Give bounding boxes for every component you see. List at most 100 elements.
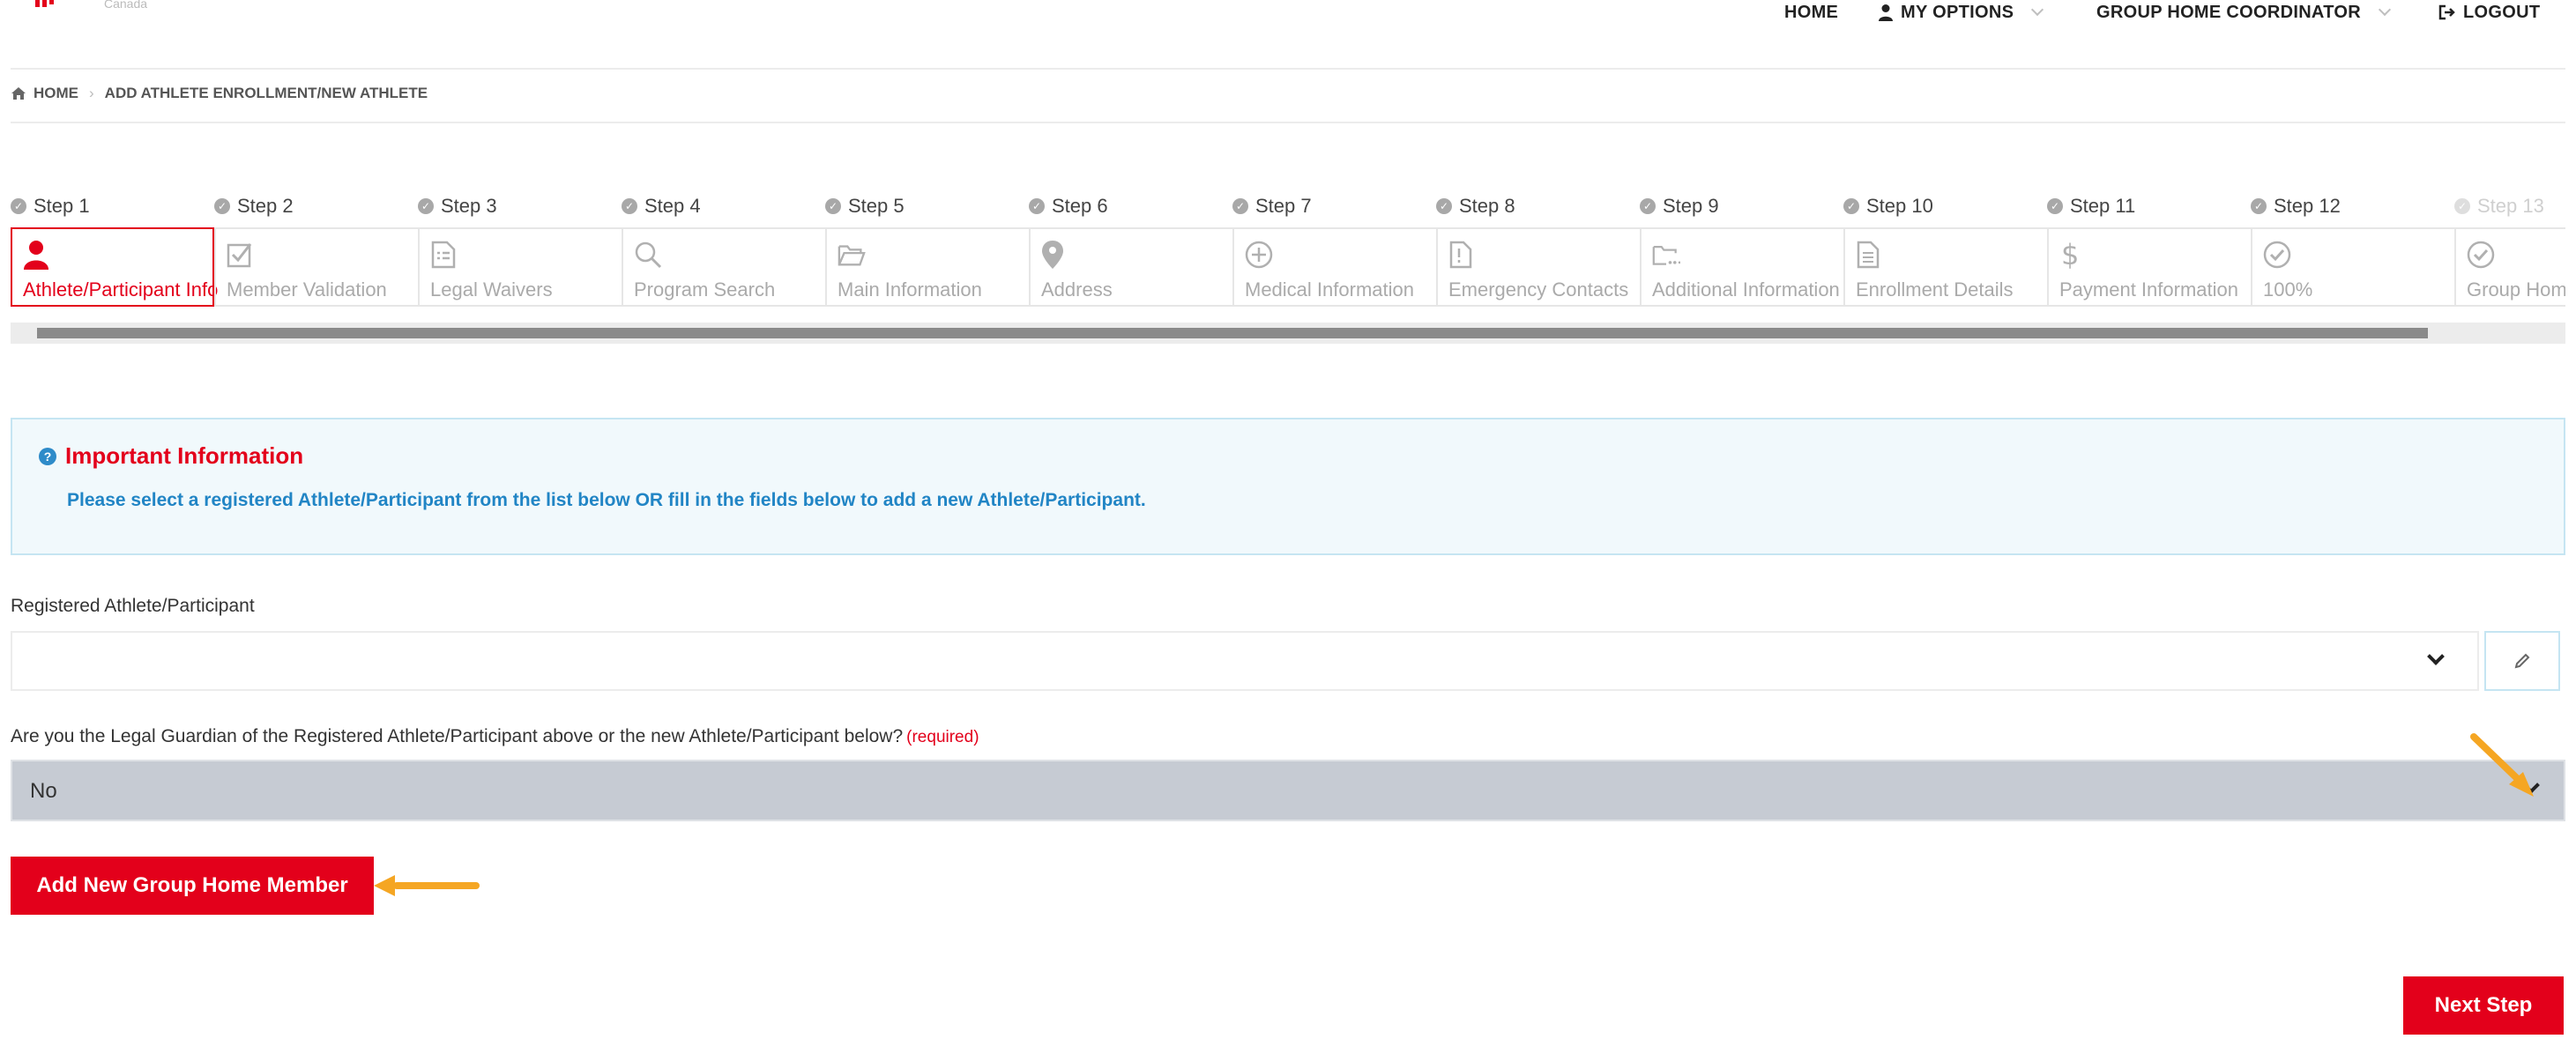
logo-text: Canada bbox=[104, 0, 148, 11]
check-circle-icon bbox=[2467, 240, 2495, 270]
breadcrumb-separator: › bbox=[89, 85, 94, 101]
breadcrumb-current: ADD ATHLETE ENROLLMENT/NEW ATHLETE bbox=[104, 85, 428, 101]
wizard-step-box[interactable]: Athlete/Participant Info bbox=[11, 227, 218, 307]
wizard-step-1[interactable]: ✓ Step 1 Athlete/Participant Info bbox=[11, 192, 218, 307]
nav-home[interactable]: HOME bbox=[1784, 0, 1838, 25]
nav-logout-label: LOGOUT bbox=[2463, 2, 2541, 22]
check-circle-icon: ✓ bbox=[2251, 198, 2267, 214]
map-pin-icon bbox=[1041, 240, 1069, 270]
steps-scrollbar[interactable] bbox=[11, 323, 2565, 344]
add-new-group-home-member-button[interactable]: Add New Group Home Member bbox=[11, 857, 374, 915]
nav-group-home-coordinator[interactable]: GROUP HOME COORDINATOR bbox=[2096, 0, 2392, 25]
wizard-step-box[interactable]: Medical Information bbox=[1232, 227, 1436, 307]
wizard-step-box[interactable]: Program Search bbox=[622, 227, 825, 307]
wizard-step-label: Additional Information bbox=[1652, 278, 1840, 301]
folder-icon bbox=[838, 240, 866, 270]
check-circle-icon: ✓ bbox=[418, 198, 434, 214]
wizard-step-header: ✓ Step 3 bbox=[418, 192, 497, 220]
wizard-step-label: Group Home bbox=[2467, 278, 2565, 301]
wizard-step-number: Step 11 bbox=[2070, 195, 2136, 217]
wizard-step-3[interactable]: ✓ Step 3 Legal Waivers bbox=[418, 192, 622, 307]
wizard-step-10[interactable]: ✓ Step 10 Enrollment Details bbox=[1843, 192, 2047, 307]
annotation-arrow-button bbox=[374, 875, 480, 896]
svg-text:$: $ bbox=[2061, 240, 2079, 270]
wizard-step-number: Step 9 bbox=[1663, 195, 1719, 217]
wizard-step-number: Step 3 bbox=[441, 195, 497, 217]
wizard-step-4[interactable]: ✓ Step 4 Program Search bbox=[622, 192, 825, 307]
wizard-step-label: Program Search bbox=[634, 278, 776, 301]
wizard-step-box[interactable]: Enrollment Details bbox=[1843, 227, 2047, 307]
logo[interactable] bbox=[35, 0, 62, 9]
breadcrumb-home[interactable]: HOME bbox=[34, 85, 78, 102]
person-icon bbox=[23, 240, 51, 270]
chevron-down-icon bbox=[2031, 3, 2044, 17]
wizard-step-box[interactable]: Emergency Contacts bbox=[1436, 227, 1640, 307]
wizard-step-8[interactable]: ✓ Step 8 Emergency Contacts bbox=[1436, 192, 1640, 307]
scrollbar-thumb[interactable] bbox=[37, 328, 2428, 338]
alert-document-icon bbox=[1448, 240, 1477, 270]
info-text: Please select a registered Athlete/Parti… bbox=[67, 490, 1146, 510]
wizard-step-7[interactable]: ✓ Step 7 Medical Information bbox=[1232, 192, 1436, 307]
legal-guardian-select[interactable]: No bbox=[11, 760, 2565, 821]
question-circle-icon: ? bbox=[39, 447, 56, 465]
annotation-arrow-dropdown bbox=[2470, 733, 2534, 797]
wizard-step-number: Step 7 bbox=[1255, 195, 1312, 217]
registered-athlete-label: Registered Athlete/Participant bbox=[11, 596, 255, 616]
wizard-step-9[interactable]: ✓ Step 9 Additional Information bbox=[1640, 192, 1843, 307]
wizard-step-label: Main Information bbox=[838, 278, 982, 301]
wizard-step-6[interactable]: ✓ Step 6 Address bbox=[1029, 192, 1232, 307]
wizard-step-header: ✓ Step 4 bbox=[622, 192, 701, 220]
divider bbox=[11, 122, 2565, 123]
next-step-button[interactable]: Next Step bbox=[2403, 976, 2564, 1035]
nav-my-options-label: MY OPTIONS bbox=[1901, 2, 2014, 22]
check-circle-icon: ✓ bbox=[214, 198, 230, 214]
check-circle-icon bbox=[2263, 240, 2291, 270]
nav-logout[interactable]: LOGOUT bbox=[2438, 0, 2540, 25]
pencil-icon bbox=[2514, 653, 2530, 669]
wizard-step-header: ✓ Step 9 bbox=[1640, 192, 1719, 220]
wizard-step-box[interactable]: Additional Information bbox=[1640, 227, 1843, 307]
wizard-step-box[interactable]: Legal Waivers bbox=[418, 227, 622, 307]
wizard-step-box[interactable]: $ Payment Information bbox=[2047, 227, 2251, 307]
wizard-step-label: Medical Information bbox=[1245, 278, 1414, 301]
check-circle-icon: ✓ bbox=[1436, 198, 1452, 214]
divider bbox=[11, 68, 2565, 70]
wizard-step-label: Address bbox=[1041, 278, 1113, 301]
wizard-step-header: ✓ Step 13 bbox=[2454, 192, 2544, 220]
check-circle-icon: ✓ bbox=[1029, 198, 1045, 214]
wizard-step-box[interactable]: Member Validation bbox=[214, 227, 418, 307]
wizard-step-label: Payment Information bbox=[2059, 278, 2238, 301]
wizard-step-box[interactable]: Address bbox=[1029, 227, 1232, 307]
legal-guardian-label: Are you the Legal Guardian of the Regist… bbox=[11, 726, 979, 747]
wizard-step-5[interactable]: ✓ Step 5 Main Information bbox=[825, 192, 1029, 307]
wizard-step-2[interactable]: ✓ Step 2 Member Validation bbox=[214, 192, 418, 307]
wizard-step-11[interactable]: ✓ Step 11 $ Payment Information bbox=[2047, 192, 2251, 307]
wizard-step-box[interactable]: 100% bbox=[2251, 227, 2454, 307]
registered-athlete-select[interactable] bbox=[11, 631, 2479, 691]
check-circle-icon: ✓ bbox=[1232, 198, 1248, 214]
check-circle-icon: ✓ bbox=[622, 198, 637, 214]
wizard-step-header: ✓ Step 11 bbox=[2047, 192, 2135, 220]
nav-my-options[interactable]: MY OPTIONS bbox=[1878, 0, 2044, 25]
wizard-step-header: ✓ Step 2 bbox=[214, 192, 294, 220]
check-circle-icon: ✓ bbox=[1640, 198, 1656, 214]
wizard-step-box[interactable]: Main Information bbox=[825, 227, 1029, 307]
wizard-step-12[interactable]: ✓ Step 12 100% bbox=[2251, 192, 2454, 307]
wizard-step-box[interactable]: Group Home bbox=[2454, 227, 2565, 307]
home-icon bbox=[11, 87, 26, 100]
edit-button[interactable] bbox=[2484, 631, 2560, 691]
wizard-step-header: ✓ Step 10 bbox=[1843, 192, 1933, 220]
wizard-step-label: Emergency Contacts bbox=[1448, 278, 1629, 301]
check-circle-icon: ✓ bbox=[825, 198, 841, 214]
wizard-step-header: ✓ Step 1 bbox=[11, 192, 90, 220]
wizard-step-number: Step 4 bbox=[644, 195, 701, 217]
wizard-step-label: 100% bbox=[2263, 278, 2313, 301]
wizard-step-13[interactable]: ✓ Step 13 Group Home bbox=[2454, 192, 2565, 307]
check-circle-icon: ✓ bbox=[11, 198, 26, 214]
wizard-step-number: Step 2 bbox=[237, 195, 294, 217]
wizard-step-number: Step 8 bbox=[1459, 195, 1515, 217]
wizard-steps: ✓ Step 1 Athlete/Participant Info ✓ Step 2 Me… bbox=[11, 192, 2565, 342]
dollar-icon: $ bbox=[2059, 240, 2088, 270]
wizard-step-header: ✓ Step 6 bbox=[1029, 192, 1108, 220]
wizard-step-number: Step 5 bbox=[848, 195, 905, 217]
